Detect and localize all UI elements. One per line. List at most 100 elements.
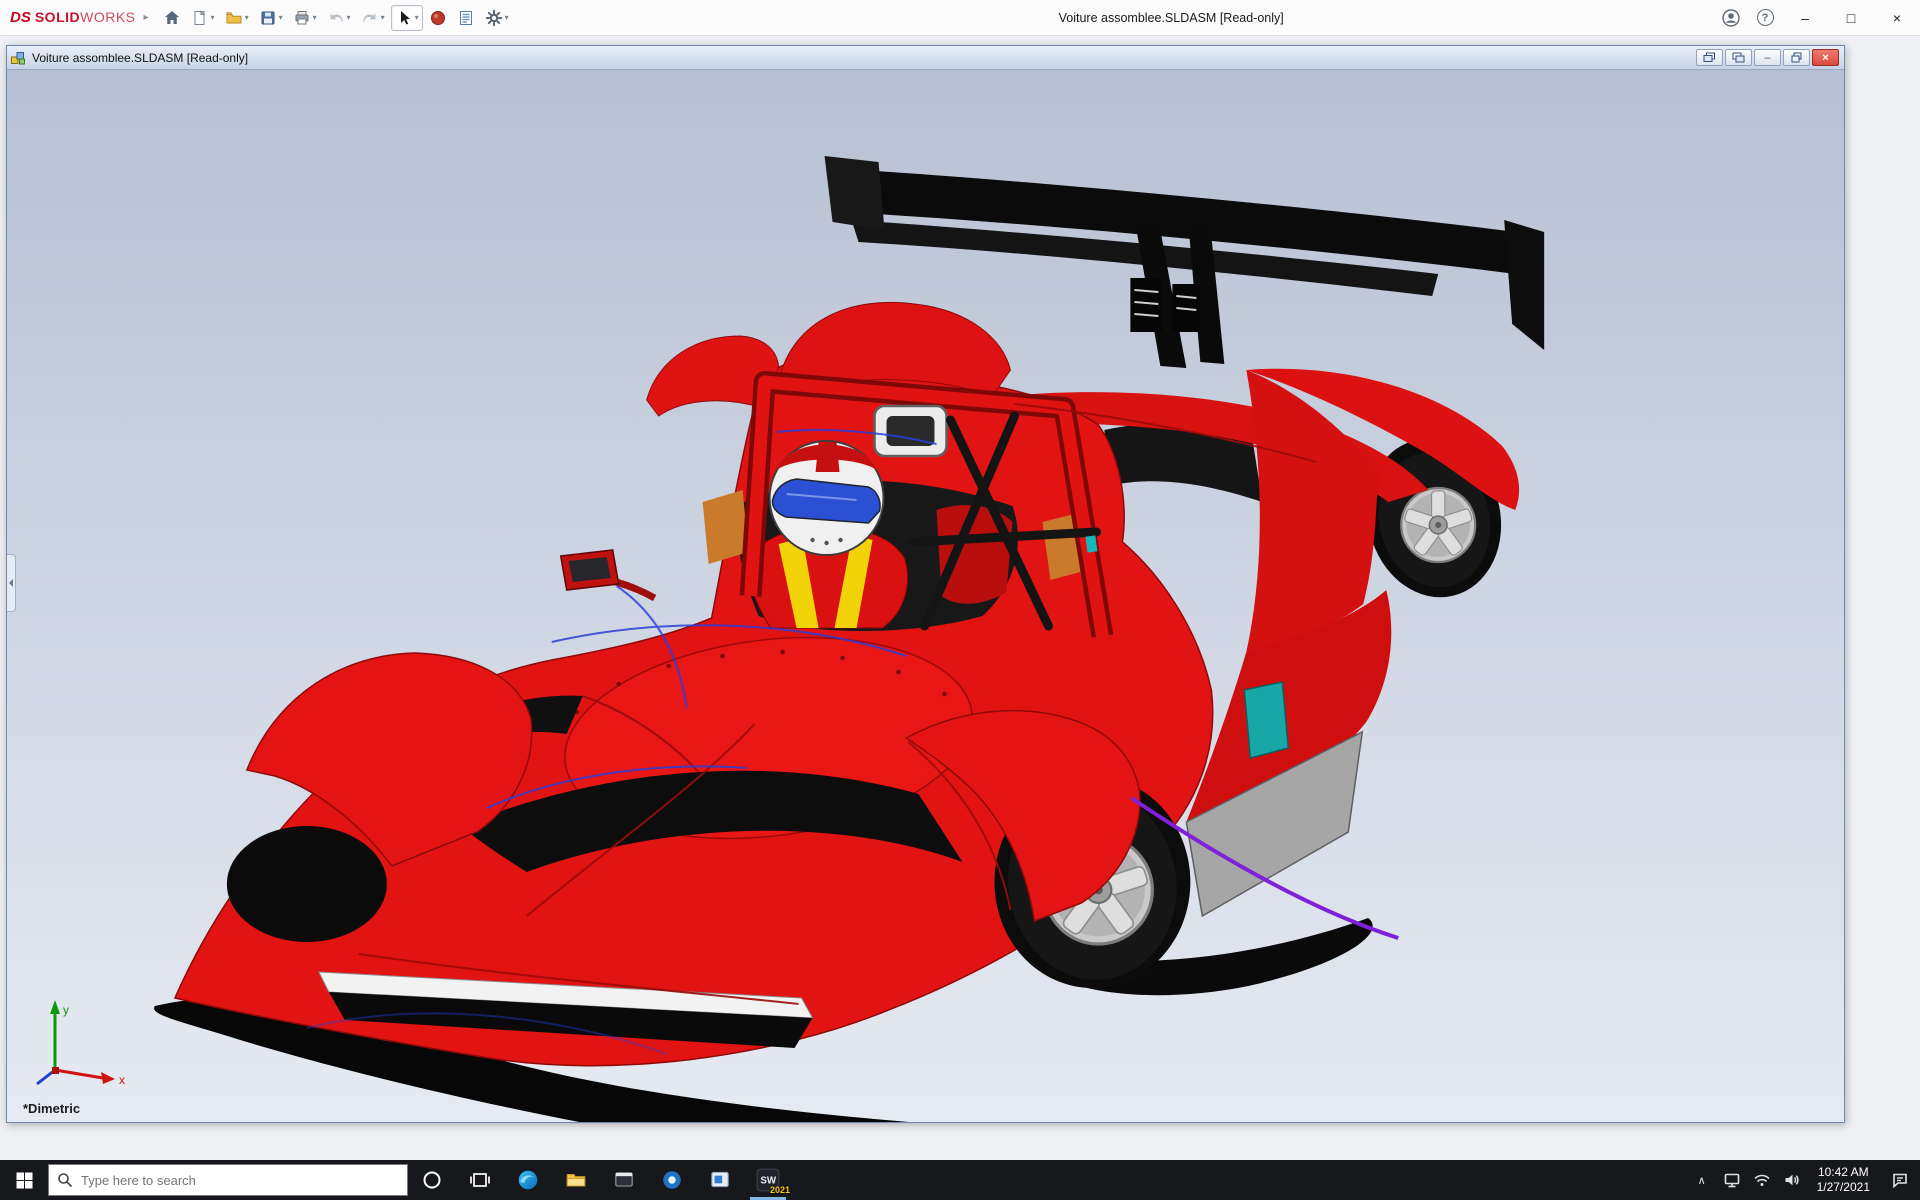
undo-button[interactable]: ▾ bbox=[323, 5, 355, 31]
x-axis-label: x bbox=[119, 1073, 125, 1087]
account-button[interactable] bbox=[1714, 4, 1748, 32]
print-button[interactable]: ▾ bbox=[289, 5, 321, 31]
race-car-model[interactable] bbox=[7, 70, 1844, 1122]
home-button[interactable] bbox=[159, 5, 185, 31]
doc-cascade-button[interactable] bbox=[1725, 49, 1752, 66]
redo-button[interactable]: ▾ bbox=[357, 5, 389, 31]
app-maximize-button[interactable]: □ bbox=[1828, 0, 1874, 36]
task-view-icon bbox=[469, 1169, 491, 1191]
task-view-button[interactable] bbox=[456, 1160, 504, 1200]
doc-new-window-button[interactable] bbox=[1696, 49, 1723, 66]
titlebar-right-controls: ? – □ × bbox=[1714, 0, 1920, 35]
app-title: Voiture assomblee.SLDASM [Read-only] bbox=[1059, 11, 1284, 25]
redo-icon bbox=[361, 9, 379, 27]
display-icon bbox=[1722, 1170, 1742, 1190]
dropdown-arrow-icon[interactable]: ▾ bbox=[415, 13, 419, 22]
taskbar-clock[interactable]: 10:42 AM 1/27/2021 bbox=[1807, 1165, 1880, 1195]
file-explorer-button[interactable] bbox=[552, 1160, 600, 1200]
solidworks-logo: DSSOLIDWORKS bbox=[10, 9, 136, 26]
account-icon bbox=[1721, 8, 1741, 28]
blue-circle-app-icon bbox=[660, 1168, 684, 1192]
help-icon: ? bbox=[1757, 9, 1774, 26]
new-document-icon bbox=[191, 9, 209, 27]
new-window-icon bbox=[1703, 52, 1716, 63]
system-tray: ∧ bbox=[1687, 1160, 1920, 1200]
search-input[interactable] bbox=[81, 1173, 399, 1188]
wifi-icon bbox=[1752, 1170, 1772, 1190]
y-axis-arrow bbox=[50, 1000, 60, 1014]
doc-close-button[interactable]: × bbox=[1812, 49, 1839, 66]
dropdown-arrow-icon[interactable]: ▾ bbox=[347, 13, 351, 22]
assembly-document-icon bbox=[10, 50, 26, 66]
print-icon bbox=[293, 9, 311, 27]
x-axis-arrow bbox=[101, 1072, 115, 1084]
dropdown-arrow-icon[interactable]: ▾ bbox=[279, 13, 283, 22]
mdi-area: Voiture assomblee.SLDASM [Read-only] – × bbox=[0, 37, 1920, 1160]
dropdown-arrow-icon[interactable]: ▾ bbox=[313, 13, 317, 22]
ds-logo: DS bbox=[10, 9, 31, 26]
console-app-button[interactable] bbox=[600, 1160, 648, 1200]
action-center-button[interactable] bbox=[1880, 1160, 1920, 1200]
dropdown-arrow-icon[interactable]: ▾ bbox=[245, 13, 249, 22]
new-document-button[interactable]: ▾ bbox=[187, 5, 219, 31]
media-app-icon bbox=[708, 1168, 732, 1192]
cascade-windows-icon bbox=[1732, 52, 1745, 63]
document-title: Voiture assomblee.SLDASM [Read-only] bbox=[32, 51, 1696, 65]
orientation-triad: y x bbox=[21, 982, 131, 1092]
edge-button[interactable] bbox=[504, 1160, 552, 1200]
clock-time: 10:42 AM bbox=[1818, 1165, 1869, 1180]
chevron-up-icon: ∧ bbox=[1698, 1174, 1706, 1187]
dropdown-arrow-icon[interactable]: ▾ bbox=[381, 13, 385, 22]
open-icon bbox=[225, 9, 243, 27]
doc-minimize-button[interactable]: – bbox=[1754, 49, 1781, 66]
home-icon bbox=[163, 9, 181, 27]
graphics-viewport[interactable]: y x *Dimetric bbox=[7, 70, 1844, 1122]
design-binder-button[interactable] bbox=[453, 5, 479, 31]
media-app-button[interactable] bbox=[696, 1160, 744, 1200]
search-icon bbox=[57, 1172, 73, 1188]
design-binder-icon bbox=[457, 9, 475, 27]
options-gear-icon bbox=[485, 9, 503, 27]
panel-collapse-tab[interactable] bbox=[7, 554, 16, 612]
app-minimize-button[interactable]: – bbox=[1782, 0, 1828, 36]
quick-access-toolbar: ▾ ▾ ▾ ▾ ▾ ▾ ▾ bbox=[159, 5, 513, 31]
select-tool-button[interactable]: ▾ bbox=[391, 5, 423, 31]
menu-flyout-arrow-icon[interactable]: ▸ bbox=[144, 12, 149, 23]
desktop-screen: DSSOLIDWORKS ▸ ▾ ▾ ▾ ▾ bbox=[0, 0, 1920, 1200]
3dexperience-sphere-icon bbox=[429, 9, 447, 27]
tray-volume-button[interactable] bbox=[1777, 1160, 1807, 1200]
solidworks-app-button[interactable]: SW 2021 bbox=[744, 1160, 792, 1200]
taskbar: SW 2021 ∧ bbox=[0, 1160, 1920, 1200]
dropdown-arrow-icon[interactable]: ▾ bbox=[211, 13, 215, 22]
dropdown-arrow-icon[interactable]: ▾ bbox=[505, 13, 509, 22]
taskbar-search[interactable] bbox=[48, 1164, 408, 1196]
blue-circle-app-button[interactable] bbox=[648, 1160, 696, 1200]
edge-icon bbox=[516, 1168, 540, 1192]
app-close-button[interactable]: × bbox=[1874, 0, 1920, 36]
tray-hidden-icons-button[interactable]: ∧ bbox=[1687, 1160, 1717, 1200]
document-titlebar[interactable]: Voiture assomblee.SLDASM [Read-only] – × bbox=[7, 46, 1844, 70]
save-icon bbox=[259, 9, 277, 27]
help-button[interactable]: ? bbox=[1748, 4, 1782, 32]
app-titlebar: DSSOLIDWORKS ▸ ▾ ▾ ▾ ▾ bbox=[0, 0, 1920, 36]
side-mirror[interactable] bbox=[561, 550, 655, 598]
cortana-button[interactable] bbox=[408, 1160, 456, 1200]
start-button[interactable] bbox=[0, 1160, 48, 1200]
open-button[interactable]: ▾ bbox=[221, 5, 253, 31]
undo-icon bbox=[327, 9, 345, 27]
file-explorer-icon bbox=[564, 1168, 588, 1192]
document-window: Voiture assomblee.SLDASM [Read-only] – × bbox=[6, 45, 1845, 1123]
tray-display-button[interactable] bbox=[1717, 1160, 1747, 1200]
3dexperience-button[interactable] bbox=[425, 5, 451, 31]
clock-date: 1/27/2021 bbox=[1817, 1180, 1870, 1195]
console-window-icon bbox=[612, 1168, 636, 1192]
tray-network-button[interactable] bbox=[1747, 1160, 1777, 1200]
speaker-icon bbox=[1782, 1170, 1802, 1190]
document-window-controls: – × bbox=[1696, 49, 1839, 66]
save-button[interactable]: ▾ bbox=[255, 5, 287, 31]
restore-icon bbox=[1791, 52, 1802, 63]
doc-restore-button[interactable] bbox=[1783, 49, 1810, 66]
select-cursor-icon bbox=[395, 9, 413, 27]
cortana-icon bbox=[421, 1169, 443, 1191]
options-button[interactable]: ▾ bbox=[481, 5, 513, 31]
